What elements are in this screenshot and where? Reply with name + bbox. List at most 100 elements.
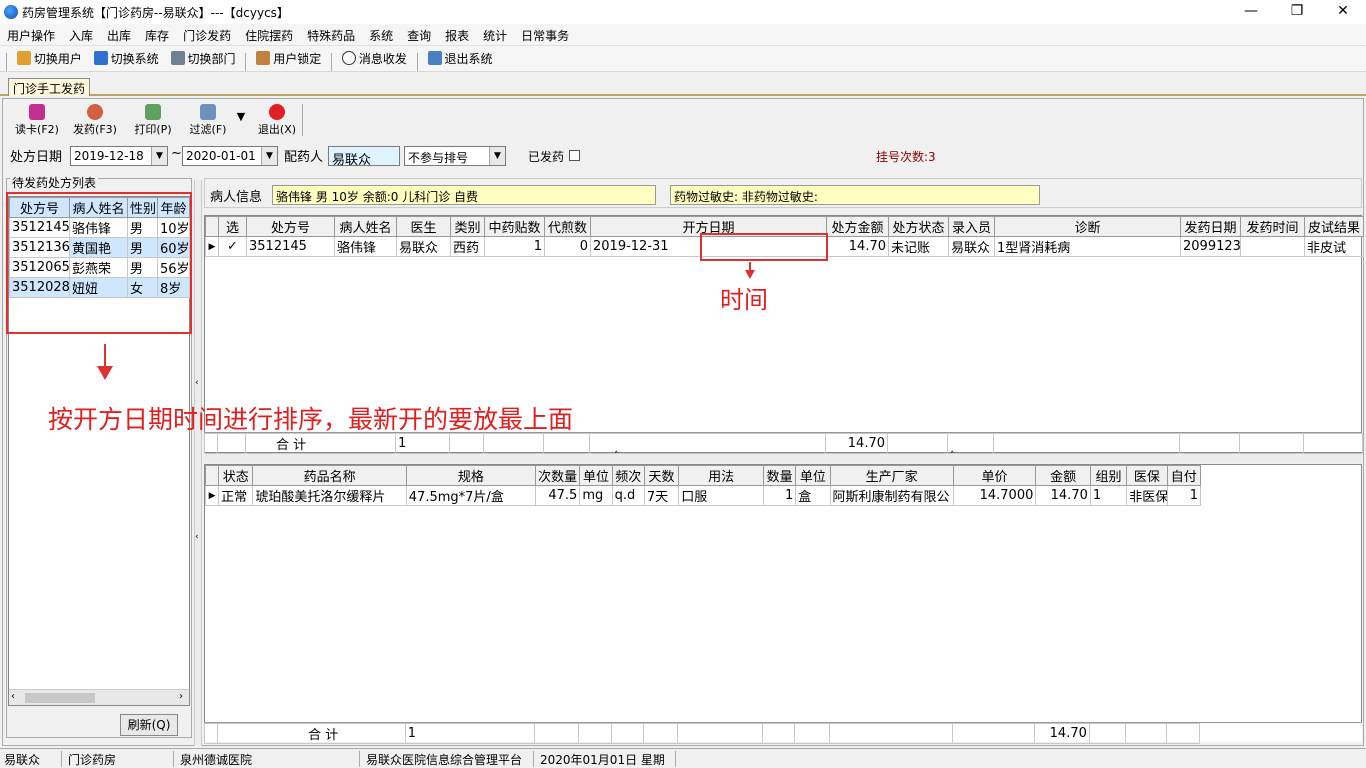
col-tcm-count[interactable]: 中药贴数 (484, 216, 545, 237)
col-amount[interactable]: 处方金额 (826, 216, 889, 237)
col-quantity[interactable]: 数量 (762, 465, 797, 486)
col-patient-name[interactable]: 病人姓名 (334, 216, 397, 237)
annotation-arrow-head (745, 270, 755, 279)
col-drug-name[interactable]: 药品名称 (252, 465, 407, 486)
toolbar-separator (245, 52, 247, 71)
splitter-up-icon[interactable]: ˄ (950, 451, 955, 461)
status-platform: 易联众医院信息综合管理平台 (362, 751, 534, 767)
vertical-splitter[interactable]: ‹ ‹ (194, 180, 202, 746)
col-status[interactable]: 处方状态 (888, 216, 949, 237)
col-manufacturer[interactable]: 生产厂家 (829, 465, 954, 486)
lock-user-icon (256, 51, 271, 65)
row-pointer-icon: ▶ (205, 236, 219, 257)
power-icon (269, 104, 285, 120)
col-usage[interactable]: 用法 (678, 465, 764, 486)
col-select[interactable]: 选 (218, 216, 247, 237)
patient-info-field: 骆伟锋 男 10岁 余额:0 儿科门诊 自费 (272, 185, 656, 205)
col-skin-test[interactable]: 皮试结果 (1304, 216, 1364, 237)
patient-info-label: 病人信息 (210, 190, 263, 205)
chevron-down-icon: ▼ (151, 147, 167, 165)
col-amount[interactable]: 金额 (1035, 465, 1091, 486)
dispense-button[interactable]: 发药(F3) (66, 104, 124, 138)
scroll-right-icon[interactable]: › (179, 691, 183, 702)
rx-select-checkbox[interactable]: ✓ (218, 236, 247, 257)
switch-user-button[interactable]: 切换用户 (13, 46, 86, 70)
table-row[interactable]: ▶ 正常 琥珀酸美托洛尔缓释片 47.5mg*7片/盒 47.5 mg q.d … (204, 485, 1202, 506)
col-doctor[interactable]: 医生 (396, 216, 451, 237)
restore-button[interactable]: ❐ (1274, 0, 1320, 24)
menu-user[interactable]: 用户操作 (0, 24, 62, 47)
dispensed-checkbox[interactable] (569, 150, 580, 161)
lock-user-button[interactable]: 用户锁定 (252, 46, 325, 70)
col-dispense-date[interactable]: 发药日期 (1180, 216, 1241, 237)
col-diagnosis[interactable]: 诊断 (994, 216, 1181, 237)
action-toolbar: 读卡(F2) 发药(F3) 打印(P) 过滤(F) ▼ 退出(X) (8, 104, 306, 138)
chevron-down-icon: ▼ (261, 147, 277, 165)
col-unit-price[interactable]: 单价 (952, 465, 1037, 486)
rx-total-count: 1 (395, 433, 450, 454)
menu-stock-out[interactable]: 出库 (100, 24, 138, 47)
pharmacist-icon (87, 104, 103, 120)
scroll-thumb[interactable] (25, 693, 95, 703)
menu-reports[interactable]: 报表 (438, 24, 476, 47)
col-unit[interactable]: 单位 (795, 465, 831, 486)
annotation-box-time (700, 233, 828, 261)
menu-stock-in[interactable]: 入库 (62, 24, 100, 47)
menu-inventory[interactable]: 库存 (138, 24, 176, 47)
col-type[interactable]: 类别 (450, 216, 485, 237)
col-spec[interactable]: 规格 (405, 465, 536, 486)
filter-button[interactable]: 过滤(F) (182, 104, 234, 138)
switch-dept-button[interactable]: 切换部门 (167, 46, 240, 70)
left-horizontal-scrollbar[interactable]: ‹ › (9, 689, 189, 705)
pharmacist-input[interactable]: 易联众 (328, 146, 400, 168)
scroll-left-icon[interactable]: ‹ (11, 691, 15, 702)
horizontal-splitter[interactable]: ˄ ˄ (204, 451, 1362, 462)
col-insurance[interactable]: 医保 (1126, 465, 1168, 486)
menu-inpatient[interactable]: 住院摆药 (238, 24, 300, 47)
menu-outpatient[interactable]: 门诊发药 (176, 24, 238, 47)
exit-system-button[interactable]: 退出系统 (424, 46, 497, 70)
col-state[interactable]: 状态 (218, 465, 254, 486)
close-button[interactable]: ✕ (1320, 0, 1366, 24)
col-group[interactable]: 组别 (1089, 465, 1128, 486)
print-button[interactable]: 打印(P) (124, 104, 182, 138)
queue-select[interactable]: 不参与排号 ▼ (404, 146, 506, 166)
drug-header: 状态 药品名称 规格 次数量 单位 频次 天数 用法 数量 单位 生产厂家 单价… (204, 465, 1202, 486)
filter-dropdown-arrow[interactable]: ▼ (234, 104, 248, 138)
menu-special-drugs[interactable]: 特殊药品 (300, 24, 362, 47)
splitter-collapse-icon[interactable]: ‹ (195, 378, 199, 388)
drug-total-count: 1 (404, 723, 535, 744)
col-self-pay[interactable]: 自付 (1166, 465, 1202, 486)
switch-system-button[interactable]: 切换系统 (90, 46, 163, 70)
row-indicator-header (205, 216, 219, 237)
col-dose-unit[interactable]: 单位 (579, 465, 613, 486)
switch-dept-icon (170, 51, 185, 65)
status-bar: 易联众 门诊药房 泉州德诚医院 易联众医院信息综合管理平台 2020年01月01… (0, 748, 1366, 768)
message-button[interactable]: 消息收发 (338, 46, 411, 70)
menu-daily[interactable]: 日常事务 (514, 24, 576, 47)
col-days[interactable]: 天数 (643, 465, 680, 486)
col-dose[interactable]: 次数量 (534, 465, 581, 486)
dispensed-label: 已发药 (528, 150, 565, 164)
pharmacist-label: 配药人 (284, 150, 324, 165)
drug-grid[interactable]: 状态 药品名称 规格 次数量 单位 频次 天数 用法 数量 单位 生产厂家 单价… (204, 464, 1362, 742)
splitter-up-icon[interactable]: ˄ (614, 451, 619, 461)
menu-query[interactable]: 查询 (400, 24, 438, 47)
menu-statistics[interactable]: 统计 (476, 24, 514, 47)
splitter-expand-icon[interactable]: ‹ (195, 532, 199, 542)
col-clerk[interactable]: 录入员 (948, 216, 995, 237)
col-dispense-time[interactable]: 发药时间 (1240, 216, 1305, 237)
main-toolbar: 切换用户 切换系统 切换部门 用户锁定 消息收发 退出系统 (0, 46, 1366, 72)
filter-icon (200, 104, 216, 120)
refresh-button[interactable]: 刷新(Q) (120, 714, 178, 736)
col-rx-no[interactable]: 处方号 (246, 216, 335, 237)
read-card-button[interactable]: 读卡(F2) (8, 104, 66, 138)
col-frequency[interactable]: 频次 (611, 465, 645, 486)
tab-outpatient-manual[interactable]: 门诊手工发药 (8, 78, 91, 96)
exit-button[interactable]: 退出(X) (248, 104, 306, 138)
date-to-picker[interactable]: 2020-01-01 ▼ (182, 146, 278, 166)
date-from-picker[interactable]: 2019-12-18 ▼ (70, 146, 168, 166)
col-decoct[interactable]: 代煎数 (544, 216, 591, 237)
menu-system[interactable]: 系统 (362, 24, 400, 47)
minimize-button[interactable]: — (1228, 0, 1274, 24)
